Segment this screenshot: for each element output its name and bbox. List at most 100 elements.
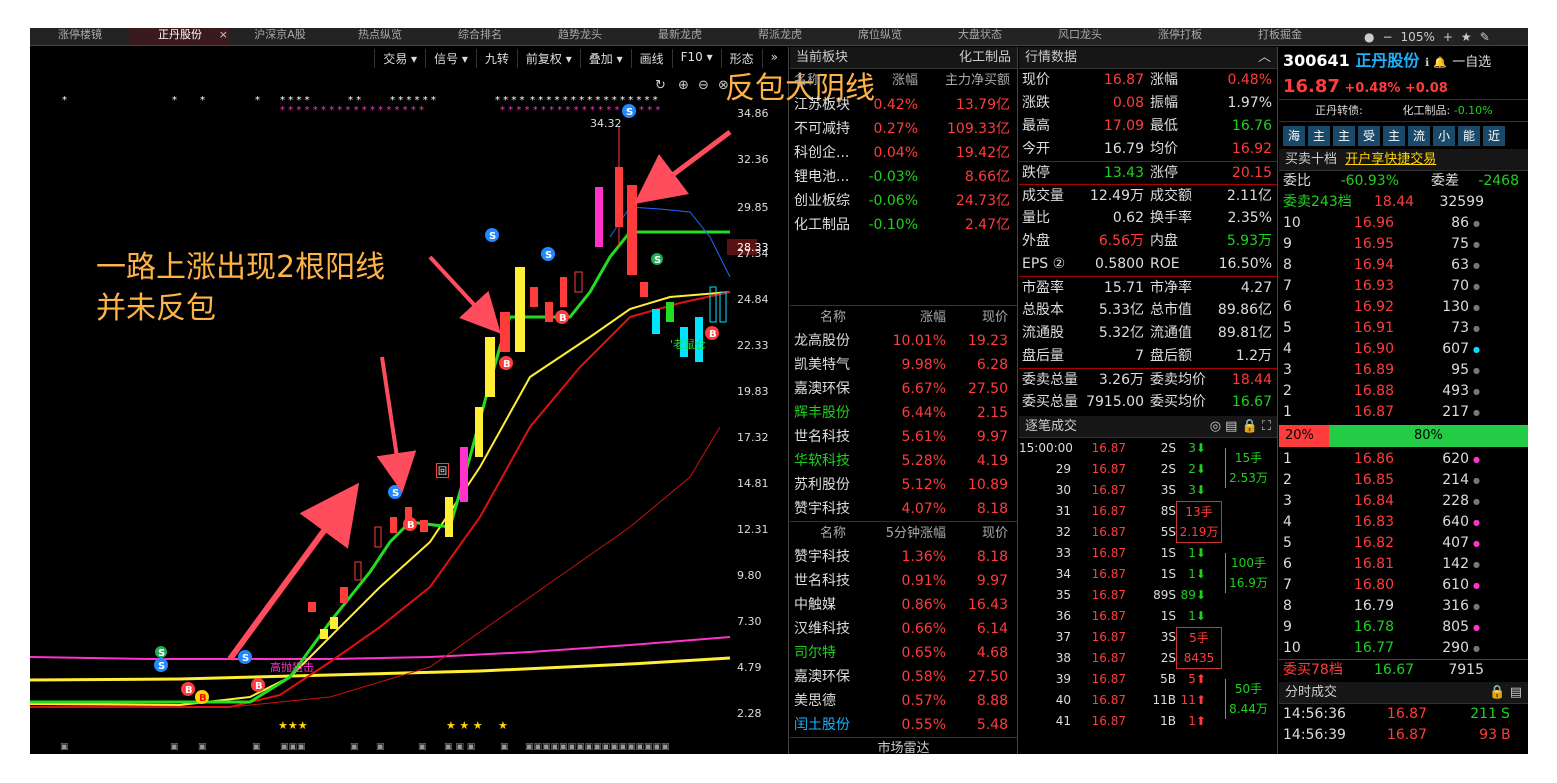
tab-xiwei[interactable]: 席位纵览 [830,28,930,45]
orderbook-row[interactable]: 9 16.78 805 ● [1279,617,1528,638]
orderbook-row[interactable]: 9 16.95 75 ● [1279,234,1528,255]
ytick: 29.85 [737,201,769,214]
bond-label[interactable]: 正丹转债: [1279,100,1399,122]
orderbook-row[interactable]: 5 16.91 73 ● [1279,318,1528,339]
quick-button[interactable]: 近 [1483,126,1505,146]
quote-value: 16.92 [1231,141,1272,157]
tab-zuixin[interactable]: 最新龙虎 [630,28,730,45]
level-price: 16.85 [1353,472,1394,488]
orderbook-row[interactable]: 2 16.88 493 ● [1279,381,1528,402]
rank-row[interactable]: 司尔特 0.65% 4.68 [790,641,1017,665]
tab-bangpai[interactable]: 帮派龙虎 [730,28,830,45]
tab-redian[interactable]: 热点纵览 [330,28,430,45]
rank-row[interactable]: 龙高股份 10.01% 19.23 [790,329,1017,353]
quick-button[interactable]: 主 [1308,126,1330,146]
collapse-icon[interactable]: ︿ [1258,47,1271,68]
orderbook-row[interactable]: 7 16.93 70 ● [1279,276,1528,297]
orderbook-row[interactable]: 8 16.94 63 ● [1279,255,1528,276]
stock-name[interactable]: 正丹股份 [1355,51,1419,70]
rank-row[interactable]: 辉丰股份 6.44% 2.15 [790,401,1017,425]
level-vol: 70 [1451,278,1469,294]
sector-row[interactable]: 江苏板块 0.42% 13.79亿 [790,93,1017,117]
box-vol: 13手 [1185,505,1213,519]
watchlist-button[interactable]: 一自选 [1452,55,1491,70]
quick-button[interactable]: 流 [1408,126,1430,146]
orderbook-row[interactable]: 7 16.80 610 ● [1279,575,1528,596]
tab-qushi[interactable]: 趋势龙头 [530,28,630,45]
ticks-tools-icon[interactable]: ◎ ▤ 🔒 ⛶ [1210,416,1271,437]
rank1-col-header: 名称 涨幅 现价 [790,305,1017,329]
tab-daban[interactable]: 涨停打板 [1130,28,1230,45]
quick-button[interactable]: 小 [1433,126,1455,146]
orderbook-row[interactable]: 3 16.89 95 ● [1279,360,1528,381]
rank-row[interactable]: 汉维科技 0.66% 6.14 [790,617,1017,641]
stock-price: 27.50 [967,381,1008,397]
orderbook-row[interactable]: 1 16.87 217 ● [1279,402,1528,423]
tab-hushen[interactable]: 沪深京A股 [230,28,330,45]
tab-zonghe[interactable]: 综合排名 [430,28,530,45]
plus-icon[interactable]: + [1443,30,1453,44]
dot-icon: ● [1473,581,1480,590]
rank-row[interactable]: 赞宇科技 1.36% 8.18 [790,545,1017,569]
quote-row: 盘后量 7 盘后额 1.2万 [1019,345,1277,368]
quick-button[interactable]: 主 [1383,126,1405,146]
rank-row[interactable]: 凯美特气 9.98% 6.28 [790,353,1017,377]
quote-label: 振幅 [1150,95,1178,111]
orderbook-row[interactable]: 6 16.81 142 ● [1279,554,1528,575]
zoom-level: 105% [1400,30,1435,44]
buy-avg: 16.67 [1374,662,1415,678]
pin-icon[interactable]: ✎ [1480,30,1490,44]
orderbook-row[interactable]: 6 16.92 130 ● [1279,297,1528,318]
sector-row[interactable]: 科创企... 0.04% 19.42亿 [790,141,1017,165]
tab-fengkou[interactable]: 风口龙头 [1030,28,1130,45]
level-price: 16.81 [1353,556,1394,572]
orderbook-row[interactable]: 4 16.83 640 ● [1279,512,1528,533]
rank-row[interactable]: 嘉澳环保 6.67% 27.50 [790,377,1017,401]
rank-row[interactable]: 赞宇科技 4.07% 8.18 [790,497,1017,521]
rank-row[interactable]: 苏利股份 5.12% 10.89 [790,473,1017,497]
orderbook-row[interactable]: 10 16.96 86 ● [1279,213,1528,234]
tab-zhangting[interactable]: 涨停楼镜 [30,28,130,45]
industry-label[interactable]: 化工制品: [1403,104,1451,117]
tab-dapan[interactable]: 大盘状态 [930,28,1030,45]
sector-row[interactable]: 不可减持 0.27% 109.33亿 [790,117,1017,141]
star-icon[interactable]: ★ [1461,30,1472,44]
rank-row[interactable]: 嘉澳环保 0.58% 27.50 [790,665,1017,689]
info-icon[interactable]: ℹ 🔔 [1425,56,1447,69]
orderbook-row[interactable]: 10 16.77 290 ● [1279,638,1528,659]
quick-button[interactable]: 海 [1283,126,1305,146]
sector-row[interactable]: 锂电池... -0.03% 8.66亿 [790,165,1017,189]
sector-current[interactable]: 化工制品 [959,47,1011,68]
dot-icon: ● [1473,261,1480,270]
orderbook-row[interactable]: 5 16.82 407 ● [1279,533,1528,554]
close-icon[interactable]: × [219,28,228,42]
tick-dir: 3⬇ [1188,483,1206,497]
rank-row[interactable]: 美思德 0.57% 8.88 [790,689,1017,713]
tab-zhengdan[interactable]: 正丹股份 × [130,28,230,45]
tick-vol: 1S [1160,567,1176,581]
trades-tools-icon[interactable]: 🔒 ▤ [1489,682,1522,703]
info-icon[interactable]: ● [1364,30,1374,44]
orderbook-row[interactable]: 3 16.84 228 ● [1279,491,1528,512]
orderbook-row[interactable]: 2 16.85 214 ● [1279,470,1528,491]
rank-row[interactable]: 世名科技 0.91% 9.97 [790,569,1017,593]
orderbook-row[interactable]: 8 16.79 316 ● [1279,596,1528,617]
market-radar[interactable]: 市场雷达 [790,737,1017,754]
quick-button[interactable]: 能 [1458,126,1480,146]
tab-juejin[interactable]: 打板掘金 [1230,28,1330,45]
chart-controls[interactable]: ↻ ⊕ ⊖ ⊗ [655,78,729,93]
orderbook-row[interactable]: 4 16.90 607 ● [1279,339,1528,360]
rank-row[interactable]: 世名科技 5.61% 9.97 [790,425,1017,449]
orderbook-row[interactable]: 1 16.86 620 ● [1279,449,1528,470]
quick-button[interactable]: 主 [1333,126,1355,146]
ytick: 9.80 [737,569,762,582]
rank-row[interactable]: 华软科技 5.28% 4.19 [790,449,1017,473]
open-account-link[interactable]: 开户享快捷交易 [1345,152,1436,167]
sector-row[interactable]: 化工制品 -0.10% 2.47亿 [790,213,1017,237]
sector-row[interactable]: 创业板综 -0.06% 24.73亿 [790,189,1017,213]
rank-row[interactable]: 闰土股份 0.55% 5.48 [790,713,1017,737]
quick-button[interactable]: 受 [1358,126,1380,146]
minus-icon[interactable]: − [1382,30,1392,44]
rank-row[interactable]: 中触媒 0.86% 16.43 [790,593,1017,617]
kline-svg[interactable]: * * * * * * * * * * * * * * * * * * * * * * * … [30,47,789,754]
